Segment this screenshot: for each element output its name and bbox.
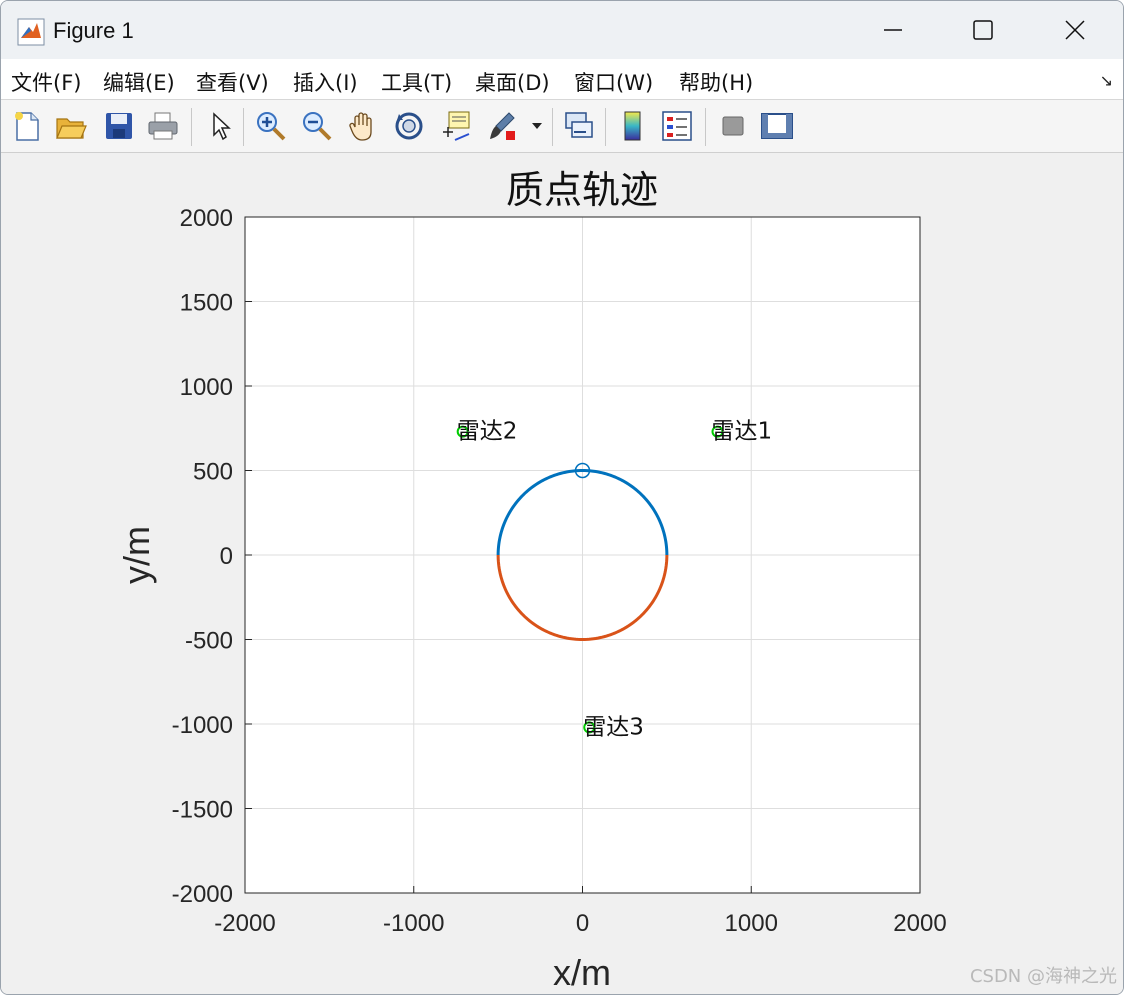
y-tick-label: 1500 <box>180 290 233 317</box>
close-button[interactable] <box>1029 1 1121 59</box>
figure-toolbar <box>1 100 1123 153</box>
x-tick-label: 1000 <box>725 910 778 937</box>
radar-label: 雷达1 <box>712 419 773 445</box>
minimize-button[interactable] <box>847 1 939 59</box>
legend-icon <box>662 111 692 141</box>
pan-button[interactable] <box>345 108 381 144</box>
plot-svg: 雷达1 雷达2 雷达3 -2000 -1000 0 1000 2000 2000 1500 100… <box>116 168 947 993</box>
save-button[interactable] <box>101 108 137 144</box>
menu-bar: 文件(F) 编辑(E) 查看(V) 插入(I) 工具(T) 桌面(D) 窗口(W… <box>1 59 1123 100</box>
zoom-out-icon <box>303 112 332 141</box>
print-button[interactable] <box>145 108 181 144</box>
y-axis-label: y/m <box>116 526 157 584</box>
menu-window[interactable]: 窗口(W) <box>574 67 653 97</box>
open-file-icon <box>56 118 87 139</box>
select-arrow-icon <box>213 112 231 141</box>
link-plot-icon <box>565 112 593 138</box>
maximize-icon <box>973 20 993 40</box>
x-tick-label: 0 <box>576 910 589 937</box>
brush-dropdown-button[interactable] <box>527 108 547 144</box>
radar-label: 雷达3 <box>583 714 644 740</box>
chart-title: 质点轨迹 <box>506 168 658 212</box>
data-cursor-button[interactable] <box>437 108 473 144</box>
colorbar-button[interactable] <box>615 108 651 144</box>
y-tick-label: -2000 <box>172 881 233 908</box>
menu-insert[interactable]: 插入(I) <box>293 67 358 97</box>
menu-desktop[interactable]: 桌面(D) <box>475 67 550 97</box>
select-button[interactable] <box>201 108 237 144</box>
new-figure-icon <box>15 112 39 141</box>
pan-hand-icon <box>349 112 372 141</box>
y-tick-label: 2000 <box>180 205 233 232</box>
matlab-icon <box>17 18 45 46</box>
radar-label: 雷达2 <box>457 419 518 445</box>
maximize-button[interactable] <box>937 1 1029 59</box>
zoom-in-button[interactable] <box>253 108 289 144</box>
brush-button[interactable] <box>485 108 521 144</box>
y-tick-label: -1500 <box>172 797 233 824</box>
close-icon <box>1065 20 1085 40</box>
print-icon <box>148 112 178 140</box>
zoom-out-button[interactable] <box>299 108 335 144</box>
hide-plot-tools-icon <box>722 116 744 136</box>
x-axis-label: x/m <box>553 952 611 993</box>
menu-view[interactable]: 查看(V) <box>196 67 269 97</box>
y-tick-label: 500 <box>193 459 233 486</box>
rotate-button[interactable] <box>391 108 427 144</box>
y-tick-label: 0 <box>220 543 233 570</box>
x-tick-label: 2000 <box>893 910 946 937</box>
y-tick-label: -500 <box>185 628 233 655</box>
menu-help[interactable]: 帮助(H) <box>679 67 753 97</box>
open-file-button[interactable] <box>53 108 89 144</box>
hide-plot-tools-button[interactable] <box>715 108 751 144</box>
new-figure-button[interactable] <box>9 108 45 144</box>
x-tick-label: -2000 <box>214 910 275 937</box>
menu-file[interactable]: 文件(F) <box>11 67 81 97</box>
menu-tools[interactable]: 工具(T) <box>381 67 452 97</box>
chevron-down-icon <box>532 123 542 129</box>
x-tick-label: -1000 <box>383 910 444 937</box>
brush-icon <box>490 112 515 140</box>
title-bar: Figure 1 <box>1 1 1123 59</box>
minimize-icon <box>884 29 902 31</box>
window-title: Figure 1 <box>53 18 134 43</box>
watermark: CSDN @海神之光 <box>969 966 1117 987</box>
y-tick-label: -1000 <box>172 712 233 739</box>
save-icon <box>106 113 132 139</box>
y-tick-label: 1000 <box>180 374 233 401</box>
show-plot-tools-icon <box>761 113 793 139</box>
colorbar-icon <box>624 111 641 141</box>
figure-window: Figure 1 文件(F) 编辑(E) 查看(V) 插入(I) 工具(T) 桌… <box>0 0 1124 995</box>
rotate-3d-icon <box>395 112 423 140</box>
data-cursor-icon <box>443 111 470 141</box>
link-plot-button[interactable] <box>561 108 597 144</box>
figure-canvas: 雷达1 雷达2 雷达3 -2000 -1000 0 1000 2000 2000 1500 100… <box>1 153 1123 994</box>
menu-edit[interactable]: 编辑(E) <box>103 67 175 97</box>
show-plot-tools-button[interactable] <box>759 108 795 144</box>
legend-button[interactable] <box>659 108 695 144</box>
dock-arrow-icon[interactable]: ↘ <box>1100 71 1113 90</box>
zoom-in-icon <box>257 112 286 141</box>
